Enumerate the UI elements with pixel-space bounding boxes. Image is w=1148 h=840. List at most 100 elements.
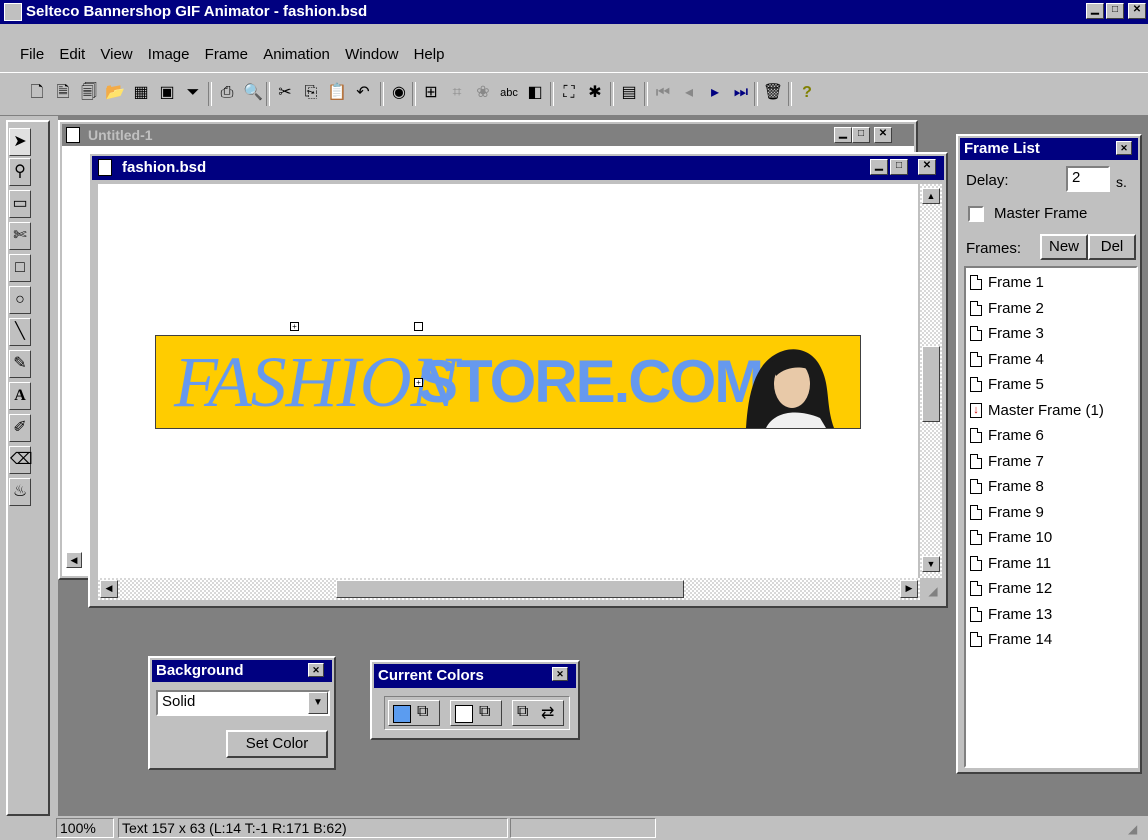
fill-icon[interactable]: ♨ xyxy=(9,478,31,506)
text-icon[interactable]: A xyxy=(9,382,31,410)
vscroll-thumb[interactable] xyxy=(922,346,940,422)
fashion-close-button[interactable]: ✕ xyxy=(918,159,936,175)
frame-list-item[interactable]: Frame 9 xyxy=(970,500,1136,526)
pencil-icon[interactable]: ✎ xyxy=(9,350,31,378)
background-close-button[interactable]: ✕ xyxy=(308,663,324,677)
menu-view[interactable]: View xyxy=(100,46,132,63)
selection-handle[interactable]: + xyxy=(414,378,423,387)
save-icon[interactable]: ▣ xyxy=(154,80,180,106)
resize-icon[interactable]: ⊞ xyxy=(418,80,444,106)
transition-icon[interactable]: ◧ xyxy=(522,80,548,106)
untitled-close-button[interactable]: ✕ xyxy=(874,127,892,143)
maximize-button[interactable]: □ xyxy=(1106,3,1124,19)
untitled-scroll-left-button[interactable]: ◀ xyxy=(66,552,82,568)
hscroll-thumb[interactable] xyxy=(336,580,684,598)
scroll-left-button[interactable]: ◀ xyxy=(100,580,118,598)
menu-image[interactable]: Image xyxy=(148,46,190,63)
open-animation-icon[interactable]: 🗐 xyxy=(76,80,102,106)
arrow-icon[interactable]: ➤ xyxy=(9,128,31,156)
secondary-color-button[interactable]: ⧉ xyxy=(450,700,502,726)
primary-color-button[interactable]: ⧉ xyxy=(388,700,440,726)
first-frame-icon[interactable]: ⏮ xyxy=(650,80,676,106)
fashion-minimize-button[interactable]: ▁ xyxy=(870,159,888,175)
menu-window[interactable]: Window xyxy=(345,46,398,63)
undo-icon[interactable]: ↶ xyxy=(350,80,376,106)
untitled-maximize-button[interactable]: □ xyxy=(852,127,870,143)
copy-icon[interactable]: ⎘ xyxy=(298,80,324,106)
current-colors-close-button[interactable]: ✕ xyxy=(552,667,568,681)
next-frame-icon[interactable]: ▸ xyxy=(702,80,728,106)
selection-handle[interactable]: + xyxy=(290,322,299,331)
fashion-maximize-button[interactable]: □ xyxy=(890,159,908,175)
chevron-down-icon[interactable]: ▼ xyxy=(308,692,328,714)
frame-list-item[interactable]: Frame 2 xyxy=(970,296,1136,322)
menu-help[interactable]: Help xyxy=(414,46,445,63)
last-frame-icon[interactable]: ⏭ xyxy=(728,80,754,106)
rectangle-icon[interactable]: □ xyxy=(9,254,31,282)
delay-input[interactable]: 2 xyxy=(1066,166,1110,192)
frame-list-item[interactable]: Frame 3 xyxy=(970,321,1136,347)
menu-animation[interactable]: Animation xyxy=(263,46,330,63)
text-tool-icon[interactable]: abc xyxy=(496,80,522,106)
page-icon xyxy=(970,428,982,444)
help-icon[interactable]: ? xyxy=(794,80,820,106)
banner-icon[interactable]: ▤ xyxy=(616,80,642,106)
add-frame-icon[interactable]: ⛶ xyxy=(556,80,582,106)
ellipse-icon[interactable]: ○ xyxy=(9,286,31,314)
untitled-minimize-button[interactable]: ▁ xyxy=(834,127,852,143)
print-preview-icon[interactable]: 🔍 xyxy=(240,80,266,106)
new-frame-button[interactable]: New xyxy=(1040,234,1088,260)
print-icon[interactable]: ⎙ xyxy=(214,80,240,106)
selection-handle[interactable] xyxy=(414,322,423,331)
set-color-button[interactable]: Set Color xyxy=(226,730,328,758)
frame-list-item[interactable]: Frame 11 xyxy=(970,551,1136,577)
rect-select-icon[interactable]: ▭ xyxy=(9,190,31,218)
frame-list-item[interactable]: Frame 6 xyxy=(970,423,1136,449)
frame-list-item[interactable]: ↓ Master Frame (1) xyxy=(970,398,1136,424)
preview-icon[interactable]: ◉ xyxy=(386,80,412,106)
optimize-icon[interactable]: ⏷ xyxy=(180,80,206,106)
frame-list-item[interactable]: Frame 12 xyxy=(970,576,1136,602)
close-button[interactable]: ✕ xyxy=(1128,3,1146,19)
frame-list-item[interactable]: Frame 8 xyxy=(970,474,1136,500)
crop-icon[interactable]: ⌗ xyxy=(444,80,470,106)
effects-icon[interactable]: ❀ xyxy=(470,80,496,106)
prev-frame-icon[interactable]: ◂ xyxy=(676,80,702,106)
zoom-icon[interactable]: ⚲ xyxy=(9,158,31,186)
new-frame-icon[interactable]: ✱ xyxy=(582,80,608,106)
frame-list-item[interactable]: Frame 10 xyxy=(970,525,1136,551)
frame-list-item[interactable]: Frame 4 xyxy=(970,347,1136,373)
eyedropper-icon[interactable]: ✐ xyxy=(9,414,31,442)
new-icon[interactable]: 🗋 xyxy=(24,80,50,106)
wizard-icon[interactable]: ▦ xyxy=(128,80,154,106)
open-icon[interactable]: 🗎 xyxy=(50,80,76,106)
import-icon[interactable]: 📂 xyxy=(102,80,128,106)
frame-list-item[interactable]: Frame 7 xyxy=(970,449,1136,475)
size-grip[interactable]: ◢ xyxy=(924,582,942,600)
minimize-button[interactable]: ▁ xyxy=(1086,3,1104,19)
frame-list-close-button[interactable]: ✕ xyxy=(1116,141,1132,155)
paste-icon[interactable]: 📋 xyxy=(324,80,350,106)
frame-list-item[interactable]: Frame 13 xyxy=(970,602,1136,628)
menu-edit[interactable]: Edit xyxy=(59,46,85,63)
status-size-grip[interactable]: ◢ xyxy=(1128,820,1146,838)
eraser-icon[interactable]: ⌫ xyxy=(9,446,33,474)
frame-listbox[interactable]: Frame 1 Frame 2 Frame 3 Frame 4 Frame 5 ↓ Mast… xyxy=(964,266,1138,768)
delete-frame-button[interactable]: Del xyxy=(1088,234,1136,260)
menu-frame[interactable]: Frame xyxy=(205,46,248,63)
frame-list-item[interactable]: Frame 1 xyxy=(970,270,1136,296)
swap-colors-button[interactable]: ⧉ ⇄ xyxy=(512,700,564,726)
cut-icon[interactable]: ✂ xyxy=(272,80,298,106)
scroll-right-button[interactable]: ▶ xyxy=(900,580,918,598)
frame-list-item[interactable]: Frame 5 xyxy=(970,372,1136,398)
scroll-down-button[interactable]: ▼ xyxy=(922,556,940,572)
master-frame-checkbox[interactable] xyxy=(968,206,984,222)
delete-icon[interactable]: 🗑 xyxy=(760,80,786,106)
lasso-icon[interactable]: ✄ xyxy=(9,222,31,250)
background-type-select[interactable]: Solid ▼ xyxy=(156,690,330,716)
frame-list-item[interactable]: Frame 14 xyxy=(970,627,1136,653)
banner-image[interactable]: FASHION STORE.COM xyxy=(155,335,861,429)
line-icon[interactable]: ╲ xyxy=(9,318,31,346)
scroll-up-button[interactable]: ▲ xyxy=(922,188,940,204)
menu-file[interactable]: File xyxy=(20,46,44,63)
